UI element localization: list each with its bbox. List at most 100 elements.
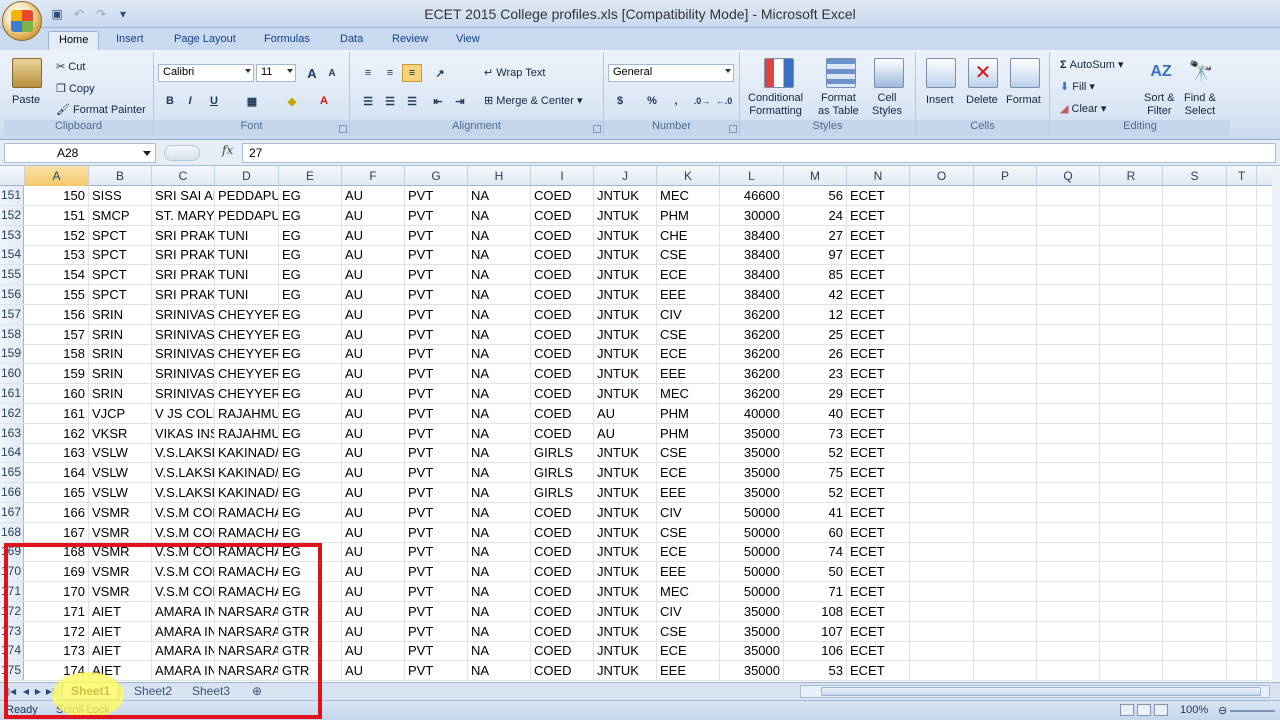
cell-d[interactable]: KAKINAD/: [215, 463, 279, 483]
row-header[interactable]: 161: [0, 384, 24, 403]
cell-n[interactable]: ECET: [847, 562, 910, 582]
cell-m[interactable]: 12: [784, 304, 847, 324]
cell-f[interactable]: AU: [342, 245, 405, 265]
column-header-b[interactable]: B: [89, 166, 152, 186]
cell-d[interactable]: CHEYYERU: [215, 304, 279, 324]
paste-icon[interactable]: [12, 58, 42, 88]
cell-h[interactable]: NA: [468, 364, 531, 384]
font-color-icon[interactable]: A: [314, 92, 334, 110]
cell-h[interactable]: NA: [468, 562, 531, 582]
row-header[interactable]: 173: [0, 621, 24, 641]
column-header-e[interactable]: E: [279, 166, 342, 186]
font-size-combo[interactable]: 11: [256, 64, 296, 82]
row-header[interactable]: 152: [0, 205, 24, 225]
row-header[interactable]: 167: [0, 502, 24, 522]
cell-j[interactable]: JNTUK: [594, 601, 657, 621]
cell-t[interactable]: [1227, 245, 1257, 265]
cell-r[interactable]: [1100, 304, 1163, 324]
cell-s[interactable]: [1163, 562, 1227, 582]
cell-c[interactable]: SRI PRAKA: [152, 245, 215, 265]
cell-c[interactable]: AMARA IN: [152, 641, 215, 661]
cell-f[interactable]: AU: [342, 186, 405, 205]
cell-a[interactable]: 174: [25, 661, 89, 681]
increase-decimal-icon[interactable]: .0→: [692, 92, 712, 110]
cell-m[interactable]: 29: [784, 384, 847, 403]
cell-b[interactable]: SRIN: [89, 324, 152, 344]
cell-e[interactable]: EG: [279, 463, 342, 483]
find-select-button[interactable]: Find & Select: [1184, 92, 1216, 118]
cell-c[interactable]: V.S.LAKSH: [152, 483, 215, 502]
cell-t[interactable]: [1227, 582, 1257, 601]
cell-n[interactable]: ECET: [847, 285, 910, 304]
cell-c[interactable]: ST. MARYS: [152, 205, 215, 225]
cell-p[interactable]: [974, 522, 1037, 542]
cell-i[interactable]: COED: [531, 324, 594, 344]
cell-g[interactable]: PVT: [405, 661, 468, 681]
wrap-text-button[interactable]: ↵ Wrap Text: [484, 66, 545, 79]
cell-b[interactable]: SRIN: [89, 364, 152, 384]
cell-g[interactable]: PVT: [405, 205, 468, 225]
cell-j[interactable]: JNTUK: [594, 463, 657, 483]
shrink-font-button[interactable]: A: [322, 64, 342, 82]
cell-h[interactable]: NA: [468, 641, 531, 661]
cell-h[interactable]: NA: [468, 542, 531, 562]
insert-sheet-icon[interactable]: ⊕: [244, 683, 270, 700]
cell-g[interactable]: PVT: [405, 463, 468, 483]
cell-b[interactable]: VSMR: [89, 522, 152, 542]
cell-e[interactable]: EG: [279, 542, 342, 562]
cell-f[interactable]: AU: [342, 661, 405, 681]
cell-q[interactable]: [1037, 621, 1100, 641]
cell-p[interactable]: [974, 324, 1037, 344]
cell-p[interactable]: [974, 186, 1037, 205]
cell-k[interactable]: CIV: [657, 502, 720, 522]
cell-e[interactable]: GTR: [279, 621, 342, 641]
cell-g[interactable]: PVT: [405, 364, 468, 384]
cell-j[interactable]: JNTUK: [594, 542, 657, 562]
cell-j[interactable]: JNTUK: [594, 483, 657, 502]
insert-cells-icon[interactable]: [926, 58, 956, 88]
cell-c[interactable]: SRINIVAS/: [152, 324, 215, 344]
cell-a[interactable]: 164: [25, 463, 89, 483]
row-header[interactable]: 157: [0, 304, 24, 324]
cell-o[interactable]: [910, 186, 974, 205]
cell-j[interactable]: JNTUK: [594, 522, 657, 542]
cell-l[interactable]: 35000: [720, 621, 784, 641]
row-header[interactable]: 162: [0, 403, 24, 423]
cell-p[interactable]: [974, 542, 1037, 562]
cell-r[interactable]: [1100, 661, 1163, 681]
cell-h[interactable]: NA: [468, 344, 531, 364]
cell-r[interactable]: [1100, 423, 1163, 443]
cell-c[interactable]: SRINIVAS/: [152, 344, 215, 364]
fill-button[interactable]: ⬇ Fill ▾: [1060, 80, 1095, 93]
cell-i[interactable]: COED: [531, 621, 594, 641]
cell-p[interactable]: [974, 582, 1037, 601]
cell-b[interactable]: SRIN: [89, 304, 152, 324]
cell-g[interactable]: PVT: [405, 502, 468, 522]
tab-sheet1[interactable]: Sheet1: [62, 683, 120, 700]
cell-o[interactable]: [910, 245, 974, 265]
row-header[interactable]: 151: [0, 186, 24, 205]
column-header-q[interactable]: Q: [1037, 166, 1100, 186]
cell-h[interactable]: NA: [468, 304, 531, 324]
cell-q[interactable]: [1037, 364, 1100, 384]
cell-j[interactable]: JNTUK: [594, 364, 657, 384]
cell-n[interactable]: ECET: [847, 443, 910, 463]
cell-a[interactable]: 157: [25, 324, 89, 344]
tab-page-layout[interactable]: Page Layout: [164, 31, 246, 50]
cell-l[interactable]: 38400: [720, 245, 784, 265]
cell-b[interactable]: VKSR: [89, 423, 152, 443]
cell-n[interactable]: ECET: [847, 641, 910, 661]
cell-p[interactable]: [974, 344, 1037, 364]
format-as-table-icon[interactable]: [826, 58, 856, 88]
cell-g[interactable]: PVT: [405, 403, 468, 423]
orientation-icon[interactable]: ↗: [430, 64, 450, 82]
cell-g[interactable]: PVT: [405, 384, 468, 403]
cell-t[interactable]: [1227, 502, 1257, 522]
cell-m[interactable]: 53: [784, 661, 847, 681]
cell-g[interactable]: PVT: [405, 285, 468, 304]
cell-o[interactable]: [910, 463, 974, 483]
cell-i[interactable]: COED: [531, 344, 594, 364]
conditional-formatting-icon[interactable]: [764, 58, 794, 88]
cell-n[interactable]: ECET: [847, 186, 910, 205]
cell-s[interactable]: [1163, 265, 1227, 285]
